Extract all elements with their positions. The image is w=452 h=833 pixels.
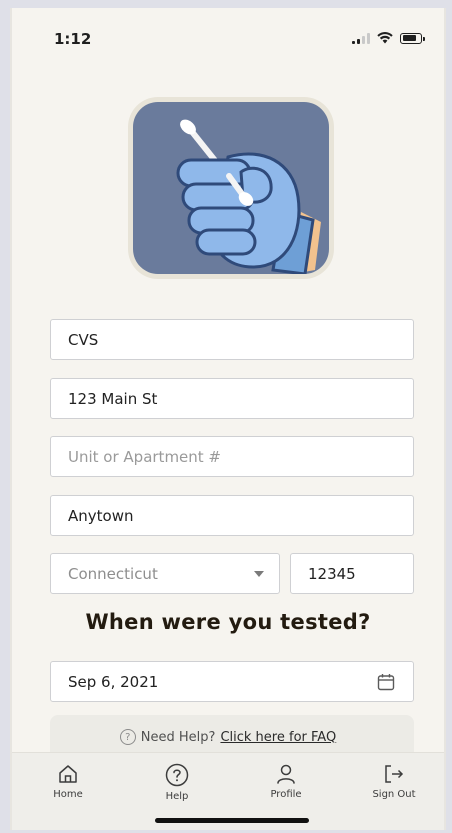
- help-prefix: Need Help?: [140, 729, 216, 745]
- city-field[interactable]: Anytown: [50, 495, 414, 536]
- test-illustration: [128, 97, 334, 279]
- calendar-icon[interactable]: [377, 673, 395, 691]
- nav-item-sign-out[interactable]: Sign Out: [354, 763, 434, 800]
- nav-label-home: Home: [53, 789, 83, 800]
- nav-item-profile[interactable]: Profile: [246, 763, 326, 800]
- state-select[interactable]: Connecticut: [50, 553, 280, 594]
- scrolled-text-fragment: ​: [122, 52, 362, 62]
- home-indicator[interactable]: [155, 818, 309, 823]
- status-time: 1:12: [54, 30, 92, 48]
- city-value: Anytown: [68, 506, 134, 525]
- zip-code-field[interactable]: 12345: [290, 553, 414, 594]
- profile-icon: [277, 764, 295, 784]
- street-address-field[interactable]: 123 Main St: [50, 378, 414, 419]
- street-address-value: 123 Main St: [68, 389, 158, 408]
- phone-screen: 1:12 ​: [10, 8, 446, 830]
- gloved-hand-swab-icon: [176, 119, 321, 274]
- help-icon: [165, 763, 189, 787]
- unit-apartment-input[interactable]: [68, 447, 413, 466]
- battery-icon: [400, 32, 425, 44]
- nav-item-help[interactable]: Help: [137, 763, 217, 802]
- question-circle-icon: ?: [119, 729, 136, 745]
- test-date-value: Sep 6, 2021: [68, 672, 159, 691]
- chevron-down-icon: [254, 570, 264, 577]
- wifi-icon: [377, 32, 393, 44]
- signal-icon: [352, 32, 370, 44]
- home-icon: [59, 765, 77, 783]
- nav-label-profile: Profile: [270, 789, 302, 800]
- help-line: ? Need Help? Click here for FAQ: [12, 729, 444, 745]
- zip-code-value: 12345: [308, 564, 356, 583]
- status-icons: [352, 32, 425, 44]
- test-date-field[interactable]: Sep 6, 2021: [50, 661, 414, 702]
- location-name-field[interactable]: CVS: [50, 319, 414, 360]
- faq-link[interactable]: Click here for FAQ: [220, 730, 336, 745]
- nav-item-home[interactable]: Home: [28, 763, 108, 800]
- sign-out-icon: [385, 765, 404, 783]
- nav-label-sign-out: Sign Out: [372, 789, 416, 800]
- unit-apartment-field[interactable]: [50, 436, 414, 477]
- status-bar: 1:12: [12, 8, 444, 50]
- location-name-value: CVS: [68, 330, 99, 349]
- tested-date-heading: When were you tested?: [85, 610, 371, 634]
- nav-label-help: Help: [165, 791, 189, 802]
- state-value: Connecticut: [68, 564, 158, 583]
